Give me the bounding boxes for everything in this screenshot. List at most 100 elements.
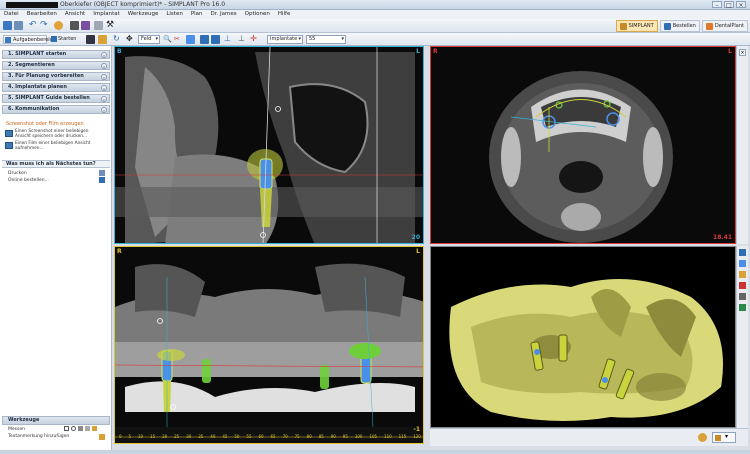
collapse-icon[interactable]: « [101,107,107,113]
crosshair-icon[interactable]: ✛ [250,35,260,44]
status-bar [0,450,750,454]
task-pane-button[interactable]: Aufgabenbereich [3,35,56,44]
order-online-link[interactable]: Online bestellen... [8,178,49,183]
tab-order[interactable]: Bestellen [659,20,700,32]
step-start[interactable]: 1. SIMPLANT starten» [2,50,110,59]
reset-view-icon[interactable] [739,293,746,300]
transparency-icon[interactable] [698,433,707,442]
3d-bottom-bar: ▾ [430,428,748,446]
view-side-icon[interactable] [739,271,746,278]
snapshot-icon[interactable] [94,21,103,30]
angle-tool-icon[interactable] [78,426,83,431]
cross-section-image [115,47,423,243]
cross-section-view[interactable]: B L 20 [114,46,424,244]
step-communication[interactable]: 6. Kommunikation « [2,105,110,114]
3d-render-view[interactable] [430,246,736,428]
text-annotation-tool[interactable]: Textanmerkung hinzufügen [8,434,69,439]
pano-ruler: 0 5 10 15 20 25 30 35 40 45 50 55 60 65 70 75 80 85 90 95 10… [119,434,421,439]
movie-icon [5,142,13,149]
step-prepare[interactable]: 3. Für Planung vorbereiten» [2,72,110,81]
screenshot-section-title: Screenshot oder Film erzeugen [6,121,84,127]
menu-lists[interactable]: Listen [166,10,182,19]
view-front-icon[interactable] [739,249,746,256]
axial-view[interactable]: R L 18.41 [430,46,736,244]
undo-icon[interactable]: ↶ [29,21,38,30]
report-icon[interactable] [81,21,90,30]
step-plan-implants[interactable]: 4. Implantate planen» [2,83,110,92]
slice-number: 20 [411,234,420,241]
clip-icon[interactable] [739,282,746,289]
chevron-down-icon: ▾ [298,36,301,42]
folder-icon[interactable] [98,35,107,44]
render-options-button[interactable]: ▾ [712,432,736,443]
layers-icon[interactable] [739,304,746,311]
collapse-icon[interactable]: » [101,52,107,58]
menu-tools[interactable]: Werkzeuge [128,10,159,19]
3d-skull-render [431,247,735,427]
tools-header[interactable]: Werkzeuge [2,416,110,425]
step-order-guide[interactable]: 5. SIMPLANT Guide bestellen» [2,94,110,103]
split-icon[interactable] [211,35,220,44]
globe-icon[interactable] [54,21,63,30]
save-icon[interactable] [3,21,12,30]
layout-icon[interactable] [70,21,79,30]
implant-select[interactable]: Implantate ▾ [267,35,303,44]
pin-icon[interactable]: ⊥ [224,35,232,44]
chevron-down-icon: ▾ [341,36,344,42]
movie-link[interactable]: Einen Film einer beliebigen Ansicht aufn… [15,141,95,151]
minimize-button[interactable]: – [712,1,722,9]
implant-tool-icon[interactable] [186,35,195,44]
menu-bar: Datei Bearbeiten Ansicht Implantat Werkz… [0,10,750,19]
axial-side-toolbar: × [736,46,748,244]
align-icon[interactable] [200,35,209,44]
print-icon[interactable] [14,21,23,30]
tab-simplant[interactable]: SIMPLANT [615,20,658,32]
view-orientation-right: L [416,48,420,55]
menu-edit[interactable]: Bearbeiten [27,10,57,19]
menu-view[interactable]: Ansicht [65,10,85,19]
collapse-icon[interactable]: » [101,96,107,102]
collapse-icon[interactable]: » [101,85,107,91]
print-link[interactable]: Drucken [8,171,27,176]
printer-icon [99,170,105,176]
maximize-button[interactable]: □ [724,1,734,9]
menu-implant[interactable]: Implantat [93,10,120,19]
cart-icon [663,22,671,30]
book-icon[interactable] [86,35,95,44]
menu-plan[interactable]: Plan [191,10,203,19]
collapse-icon[interactable]: » [101,63,107,69]
start-view-button[interactable]: Starten [50,35,82,44]
menu-file[interactable]: Datei [4,10,19,19]
line-tool-icon[interactable] [85,426,90,431]
menu-user[interactable]: Dr. James [211,10,237,19]
tab-dentalplant[interactable]: DentalPlant [701,20,748,32]
panoramic-view[interactable]: 0 5 10 15 20 25 30 35 40 45 50 55 60 65 70 75 80 85 90 95 10… [114,246,424,444]
dentalplant-icon [705,22,713,30]
measure-tool-icon[interactable]: ⚒ [106,21,115,30]
close-button[interactable]: × [736,1,746,9]
axis-icon[interactable]: ⊥ [238,35,246,44]
menu-options[interactable]: Optionen [245,10,270,19]
collapse-icon[interactable]: » [101,74,107,80]
what-next-header[interactable]: Was muss ich als Nächstes tun? [2,160,110,168]
rect-tool-icon[interactable] [64,426,69,431]
size-select[interactable]: 55 ▾ [306,35,346,44]
annotation-icon [99,434,105,440]
measure-tool[interactable]: Messen [8,427,25,432]
menu-help[interactable]: Hilfe [278,10,291,19]
close-icon[interactable]: × [739,49,746,56]
zoom-icon[interactable]: 🔍 [163,35,172,44]
redo-icon[interactable]: ↷ [40,21,49,30]
cut-icon[interactable]: ✂ [174,35,182,44]
step-segment[interactable]: 2. Segmentieren» [2,61,110,70]
rotate-icon[interactable]: ↻ [113,35,123,44]
circle-tool-icon[interactable] [71,426,76,431]
view-top-icon[interactable] [739,260,746,267]
screenshot-link[interactable]: Einen Screenshot einer beliebigen Ansich… [15,129,95,139]
pan-icon[interactable]: ✥ [126,35,136,44]
density-tool-icon[interactable] [92,426,97,431]
mode-tabs: SIMPLANT Bestellen DentalPlant [615,20,748,32]
field-select[interactable]: Feld ▾ [138,35,160,44]
view-orientation-left: R [433,48,438,55]
view-orientation-right: L [728,48,732,55]
